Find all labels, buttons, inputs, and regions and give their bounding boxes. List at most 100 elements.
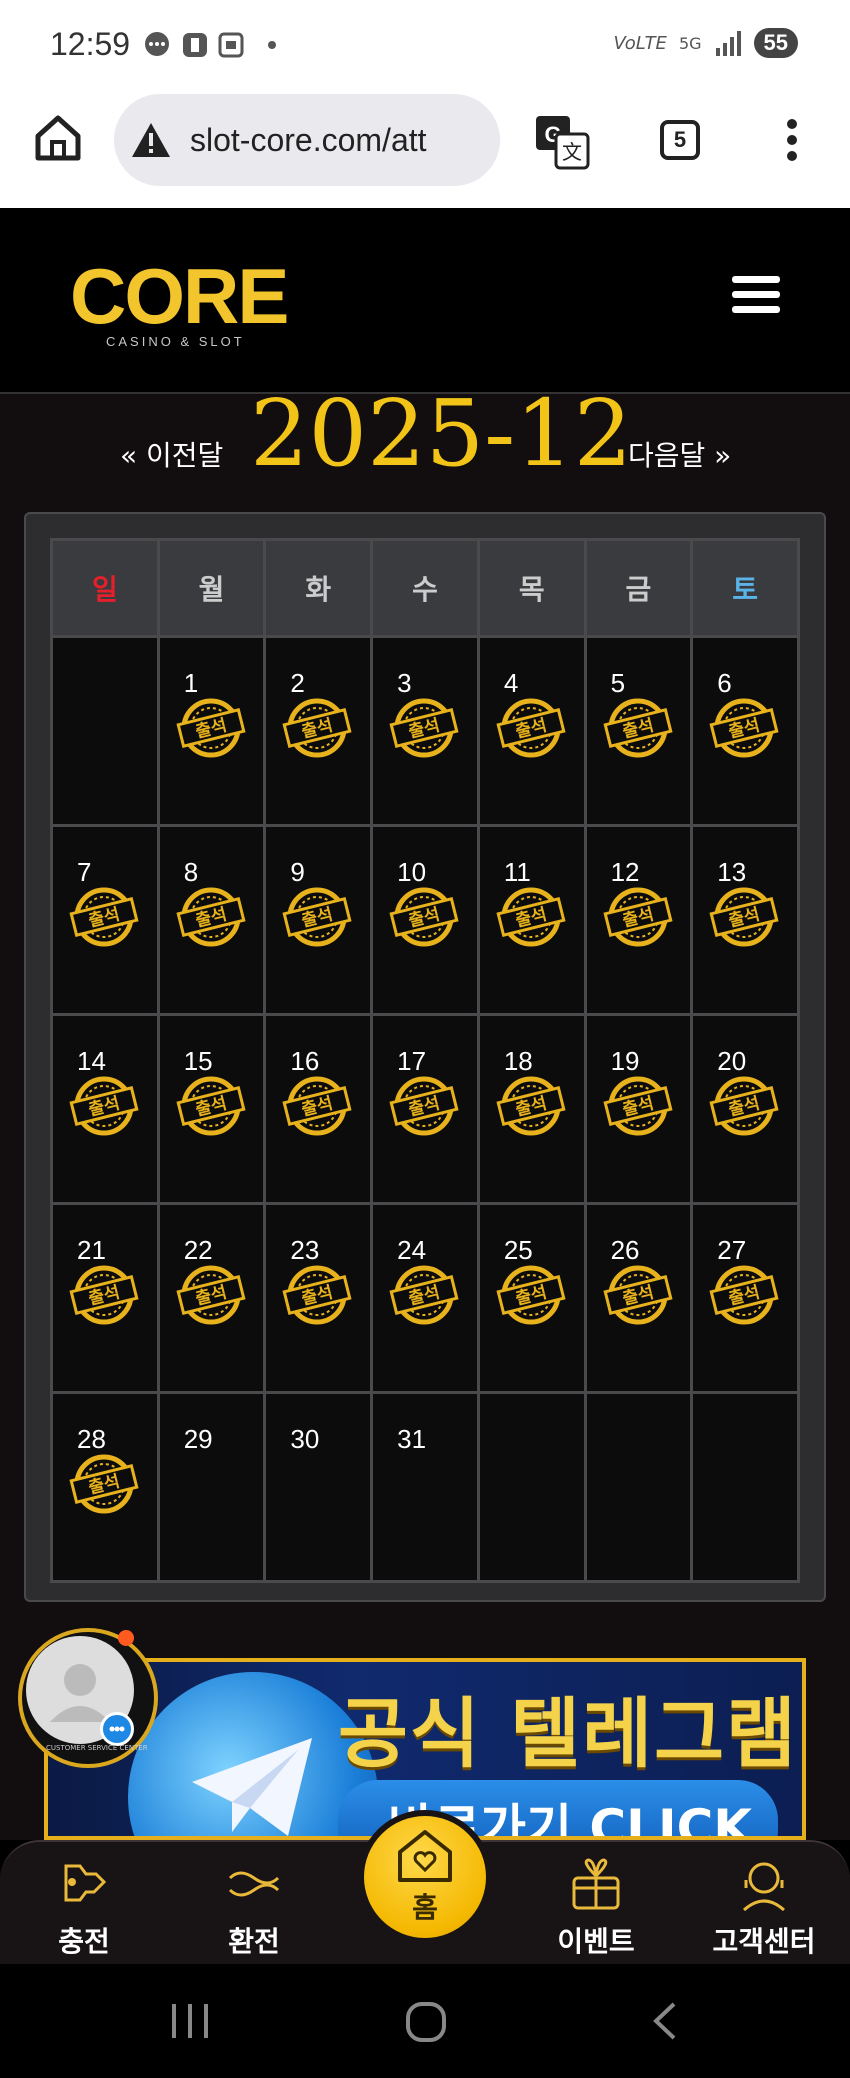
home-nav-icon[interactable] <box>404 2000 448 2044</box>
calendar-day: 28 출석 <box>53 1394 157 1580</box>
calendar-day: 30 <box>266 1394 371 1580</box>
browser-toolbar: slot-core.com/att G文 5 <box>0 90 850 208</box>
calendar-day: 14 출석 <box>53 1016 157 1202</box>
day-number: 29 <box>183 1424 213 1454</box>
calendar-container: 일 월 화 수 목 금 토 1 출석 2 출석 3 출석 4 출석 5 출석 6 출석 7 출석 8 출석 9 출석 10 출석 11… <box>24 512 826 1602</box>
tab-count-button[interactable]: 5 <box>660 120 700 160</box>
weekday-header: 화 <box>266 541 371 635</box>
network-badge: 5G <box>678 33 702 53</box>
attendance-stamp-icon: 출석 <box>69 1076 139 1136</box>
weekday-header: 월 <box>159 541 264 635</box>
day-number: 20 <box>717 1046 747 1076</box>
day-number: 18 <box>503 1046 533 1076</box>
day-number: 19 <box>610 1046 640 1076</box>
attendance-stamp-icon: 출석 <box>282 698 352 758</box>
attendance-stamp-icon: 출석 <box>603 1265 673 1325</box>
back-icon[interactable] <box>650 2000 680 2042</box>
nav-support[interactable]: 고객센터 <box>694 1852 834 1960</box>
more-options-icon[interactable] <box>786 118 798 162</box>
month-navigation: « 이전달 2025-12 다음달 » <box>0 380 850 504</box>
home-icon[interactable] <box>30 110 86 166</box>
calendar-day: 27 출석 <box>693 1205 797 1391</box>
attendance-stamp-icon: 출석 <box>176 1265 246 1325</box>
calendar-day: 16 출석 <box>266 1016 371 1202</box>
attendance-stamp-icon: 출석 <box>496 1265 566 1325</box>
day-number: 11 <box>503 857 531 887</box>
calendar-day: 8 출석 <box>159 827 264 1013</box>
attendance-stamp-icon: 출석 <box>176 698 246 758</box>
next-month-link[interactable]: 다음달 » <box>628 434 731 474</box>
banner-title: 공식 텔레그램 <box>338 1689 798 1778</box>
day-number: 5 <box>610 668 626 698</box>
attendance-page: « 이전달 2025-12 다음달 » 일 월 화 수 목 금 토 1 출석 2 출석 3 출석 4 출석 5… <box>0 380 850 1840</box>
weekday-header: 토 <box>693 541 797 635</box>
calendar-day: 21 출석 <box>53 1205 157 1391</box>
day-number: 6 <box>717 668 732 698</box>
signal-icon <box>715 31 741 56</box>
weekday-header: 금 <box>586 541 691 635</box>
calendar-day: 20 출석 <box>693 1016 797 1202</box>
attendance-stamp-icon: 출석 <box>69 1265 139 1325</box>
prev-month-link[interactable]: « 이전달 <box>120 434 223 474</box>
calendar-day: 25 출석 <box>479 1205 584 1391</box>
attendance-stamp-icon: 출석 <box>603 887 673 947</box>
telegram-plane-icon <box>192 1738 312 1836</box>
calendar-day: 26 출석 <box>586 1205 691 1391</box>
attendance-stamp-icon: 출석 <box>176 1076 246 1136</box>
calendar-day: 22 출석 <box>159 1205 264 1391</box>
charge-icon <box>64 1864 107 1902</box>
calendar-day: 13 출석 <box>693 827 797 1013</box>
day-number: 30 <box>290 1424 320 1454</box>
battery-indicator: 55 <box>753 28 798 58</box>
day-number: 15 <box>183 1046 213 1076</box>
nav-event[interactable]: 이벤트 <box>526 1852 666 1960</box>
url-bar[interactable]: slot-core.com/att <box>114 94 500 186</box>
logo-tagline: CASINO & SLOT <box>106 334 245 349</box>
headset-icon <box>742 1862 786 1912</box>
nav-home-label: 홈 <box>412 1891 438 1924</box>
exchange-icon <box>228 1871 280 1897</box>
b-app-icon <box>183 33 207 57</box>
calendar-day: 9 출석 <box>266 827 371 1013</box>
weekday-header: 일 <box>53 541 157 635</box>
attendance-stamp-icon: 출석 <box>389 698 459 758</box>
url-text[interactable]: slot-core.com/att <box>190 122 427 159</box>
day-number: 25 <box>503 1235 533 1265</box>
day-number: 10 <box>397 857 427 887</box>
nav-charge-label: 충전 <box>58 1925 110 1958</box>
calendar-empty-cell <box>586 1394 691 1580</box>
attendance-stamp-icon: 출석 <box>69 887 139 947</box>
calendar-day: 17 출석 <box>373 1016 477 1202</box>
calendar-day: 23 출석 <box>266 1205 371 1391</box>
day-number: 17 <box>397 1046 427 1076</box>
day-number: 1 <box>183 668 199 698</box>
calendar-day: 24 출석 <box>373 1205 477 1391</box>
chat-icon <box>100 1712 134 1746</box>
translate-icon[interactable]: G文 <box>534 114 590 170</box>
attendance-stamp-icon: 출석 <box>603 1076 673 1136</box>
nav-event-label: 이벤트 <box>557 1925 635 1958</box>
day-number: 7 <box>77 857 92 887</box>
nav-home-button[interactable]: 홈 <box>358 1810 492 1944</box>
day-number: 9 <box>290 857 305 887</box>
recent-apps-icon[interactable] <box>168 2000 212 2042</box>
nav-charge[interactable]: 충전 <box>14 1852 154 1960</box>
weekday-header: 수 <box>373 541 477 635</box>
day-number: 13 <box>717 857 747 887</box>
calendar-day: 2 출석 <box>266 638 371 824</box>
attendance-stamp-icon: 출석 <box>69 1454 139 1514</box>
attendance-stamp-icon: 출석 <box>282 887 352 947</box>
site-logo[interactable]: CORE CASINO & SLOT <box>70 256 290 356</box>
calendar-day: 18 출석 <box>479 1016 584 1202</box>
volte-icon: VoLTE <box>613 32 667 54</box>
hamburger-menu-icon[interactable] <box>732 276 780 320</box>
calendar-day: 10 출석 <box>373 827 477 1013</box>
customer-service-widget[interactable]: CUSTOMER SERVICE CENTER <box>18 1628 158 1768</box>
warning-icon[interactable] <box>130 121 172 159</box>
logo-text: CORE <box>70 252 289 340</box>
attendance-stamp-icon: 출석 <box>603 698 673 758</box>
svg-text:文: 文 <box>562 140 582 164</box>
calendar-day: 19 출석 <box>586 1016 691 1202</box>
calendar-grid: 일 월 화 수 목 금 토 1 출석 2 출석 3 출석 4 출석 5 출석 6 출석 7 출석 8 출석 9 출석 10 출석 11… <box>50 538 800 1583</box>
nav-exchange[interactable]: 환전 <box>184 1852 324 1960</box>
